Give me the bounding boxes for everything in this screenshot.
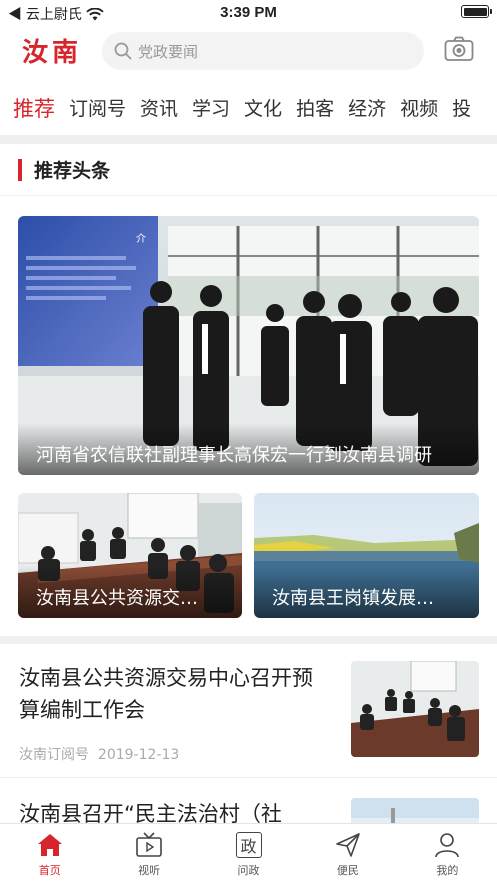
article-item[interactable]: 汝南县公共资源交易中心召开预算编制工作会 汝南订阅号 2019-12-13 [0, 644, 497, 778]
news-card-2-caption: 汝南县王岗镇发展… [254, 566, 479, 618]
nav-home[interactable]: 首页 [0, 824, 99, 883]
news-card-2[interactable]: 汝南县王岗镇发展… [254, 493, 479, 618]
search-bar[interactable]: 党政要闻 [102, 32, 424, 70]
tab-culture[interactable]: 文化 [244, 94, 282, 121]
tab-subscription[interactable]: 订阅号 [69, 94, 126, 121]
tab-economy[interactable]: 经济 [348, 94, 386, 121]
status-time: 3:39 PM [220, 4, 277, 21]
nav-services[interactable]: 便民 [298, 824, 397, 883]
nav-home-label: 首页 [38, 864, 61, 877]
section-header: 推荐头条 [0, 144, 497, 196]
zheng-icon: 政 [235, 832, 262, 858]
nav-profile[interactable]: 我的 [398, 824, 497, 883]
status-bar: ◀ 云上尉氏 3:39 PM [0, 0, 497, 24]
camera-icon[interactable] [444, 36, 474, 62]
bottom-navigation: 首页 视听 政 问政 便民 我的 [0, 823, 497, 883]
nav-politics-label: 问政 [237, 864, 260, 877]
tab-photographer[interactable]: 拍客 [296, 94, 334, 121]
battery-icon [461, 5, 492, 18]
zheng-glyph: 政 [240, 837, 257, 856]
featured-news-card[interactable]: 介 河南省农信联社副理事长高保宏一行到汝南县调研 [18, 216, 479, 475]
nav-services-label: 便民 [336, 864, 359, 877]
send-icon [336, 833, 360, 857]
news-card-1[interactable]: 汝南县公共资源交… [18, 493, 242, 618]
article-thumbnail [351, 798, 479, 823]
article-date: 2019-12-13 [97, 747, 180, 763]
divider [0, 136, 497, 144]
article-item[interactable]: 汝南县召开“民主法治村（社 [0, 778, 497, 823]
board-sign: 介 [136, 233, 146, 245]
article-source: 汝南订阅号 [19, 747, 89, 763]
search-icon [114, 42, 132, 60]
tab-study[interactable]: 学习 [192, 94, 230, 121]
nav-media-label: 视听 [138, 864, 161, 877]
tab-video[interactable]: 视频 [400, 94, 438, 121]
user-icon [435, 833, 460, 858]
home-icon [37, 834, 62, 856]
nav-media[interactable]: 视听 [99, 824, 198, 883]
tab-more[interactable]: 投 [452, 94, 471, 121]
app-logo[interactable]: 汝南 [22, 32, 82, 69]
nav-politics[interactable]: 政 问政 [199, 824, 298, 883]
section-accent-bar [18, 158, 22, 181]
tv-icon [136, 832, 162, 857]
tab-recommend[interactable]: 推荐 [13, 93, 55, 123]
nav-profile-label: 我的 [436, 864, 459, 877]
category-tabs: 推荐 订阅号 资讯 学习 文化 拍客 经济 视频 投 [0, 80, 497, 136]
divider [0, 636, 497, 644]
tab-news[interactable]: 资讯 [140, 94, 178, 121]
search-placeholder: 党政要闻 [138, 42, 199, 61]
news-card-1-caption: 汝南县公共资源交… [18, 566, 242, 618]
article-meta: 汝南订阅号 2019-12-13 [19, 744, 179, 764]
featured-caption: 河南省农信联社副理事长高保宏一行到汝南县调研 [18, 423, 479, 475]
article-thumbnail [351, 661, 479, 757]
article-title: 汝南县召开“民主法治村（社 [19, 802, 282, 823]
article-title: 汝南县公共资源交易中心召开预算编制工作会 [19, 666, 313, 722]
app-header: 汝南 党政要闻 [0, 24, 497, 78]
section-title: 推荐头条 [34, 160, 111, 182]
